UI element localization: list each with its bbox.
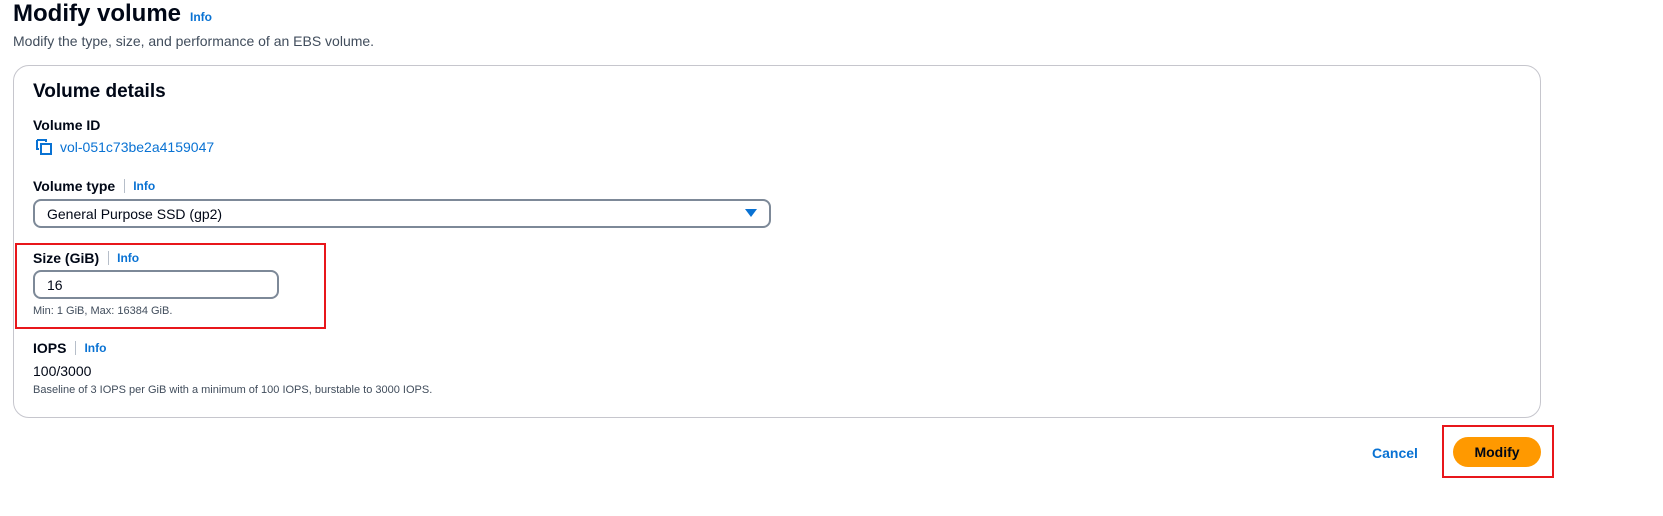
- volume-id-label: Volume ID: [33, 117, 101, 133]
- volume-type-label: Volume type: [33, 178, 116, 194]
- volume-type-select[interactable]: General Purpose SSD (gp2): [33, 199, 771, 228]
- page-description: Modify the type, size, and performance o…: [13, 33, 375, 49]
- copy-icon[interactable]: [36, 139, 52, 155]
- volume-details-container: Volume details Volume ID vol-051c73be2a4…: [13, 65, 1541, 418]
- volume-id-row: vol-051c73be2a4159047: [36, 139, 214, 155]
- iops-hint: Baseline of 3 IOPS per GiB with a minimu…: [33, 384, 433, 396]
- iops-info-link[interactable]: Info: [84, 341, 106, 355]
- volume-type-selected: General Purpose SSD (gp2): [47, 205, 223, 222]
- section-title: Volume details: [33, 81, 166, 102]
- title-row: Modify volume Info: [13, 0, 212, 30]
- volume-id-link[interactable]: vol-051c73be2a4159047: [60, 139, 214, 155]
- label-separator: [124, 179, 126, 193]
- label-separator: [75, 341, 77, 355]
- modify-volume-page: Modify volume Info Modify the type, size…: [0, 0, 1663, 516]
- iops-value: 100/3000: [33, 363, 92, 379]
- size-field-highlight: [15, 243, 326, 329]
- page-header: Modify volume Info Modify the type, size…: [13, 0, 374, 49]
- volume-type-info-link[interactable]: Info: [133, 179, 155, 193]
- title-info-link[interactable]: Info: [190, 10, 212, 24]
- page-title: Modify volume: [13, 0, 182, 27]
- cancel-button[interactable]: Cancel: [1372, 443, 1418, 463]
- iops-label-row: IOPS Info: [33, 340, 106, 356]
- caret-down-icon: [745, 209, 757, 217]
- volume-id-label-row: Volume ID: [33, 117, 100, 133]
- modify-button-highlight: [1442, 425, 1554, 478]
- iops-label: IOPS: [33, 340, 67, 356]
- volume-type-label-row: Volume type Info: [33, 178, 155, 194]
